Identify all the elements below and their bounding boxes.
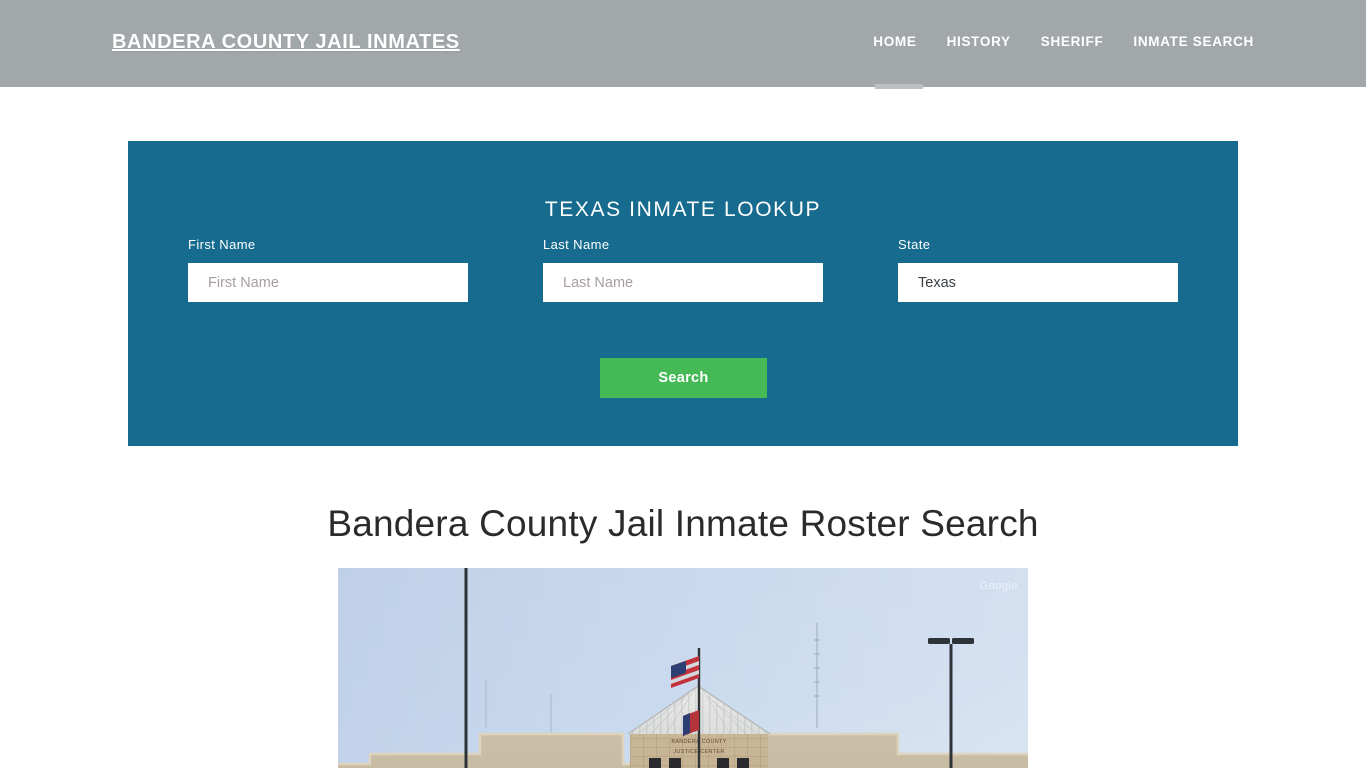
lookup-panel-title: Texas Inmate Lookup <box>544 198 822 222</box>
last-name-label: Last Name <box>543 237 610 252</box>
nav-item-home[interactable]: Home <box>873 34 931 49</box>
last-name-field-group: Last Name <box>543 237 823 302</box>
last-name-input[interactable] <box>543 263 823 302</box>
nav-item-inmate-search[interactable]: Inmate Search <box>1118 34 1254 49</box>
state-label: State <box>898 237 931 252</box>
first-name-input[interactable] <box>188 263 468 302</box>
nav-item-sheriff[interactable]: Sheriff <box>1026 34 1119 49</box>
nav-item-history[interactable]: History <box>932 34 1026 49</box>
state-select[interactable]: Texas <box>898 263 1178 302</box>
inmate-lookup-panel: Texas Inmate Lookup First Name Last Name… <box>128 141 1238 446</box>
site-brand-logo[interactable]: Bandera County Jail Inmates <box>112 31 460 54</box>
state-field-group: State Texas <box>898 237 1178 302</box>
site-header: Bandera County Jail Inmates Home History… <box>0 0 1366 89</box>
nav-active-indicator <box>875 84 923 89</box>
search-button[interactable]: Search <box>600 358 767 398</box>
main-navigation: Home History Sheriff Inmate Search <box>873 34 1254 49</box>
jail-building-photo: BANDERA COUNTY JUSTICE CENTER Google <box>338 568 1028 768</box>
jail-building-illustration: BANDERA COUNTY JUSTICE CENTER <box>338 568 1028 768</box>
first-name-label: First Name <box>188 237 256 252</box>
first-name-field-group: First Name <box>188 237 468 302</box>
page-title: Bandera County Jail Inmate Roster Search <box>327 503 1039 544</box>
